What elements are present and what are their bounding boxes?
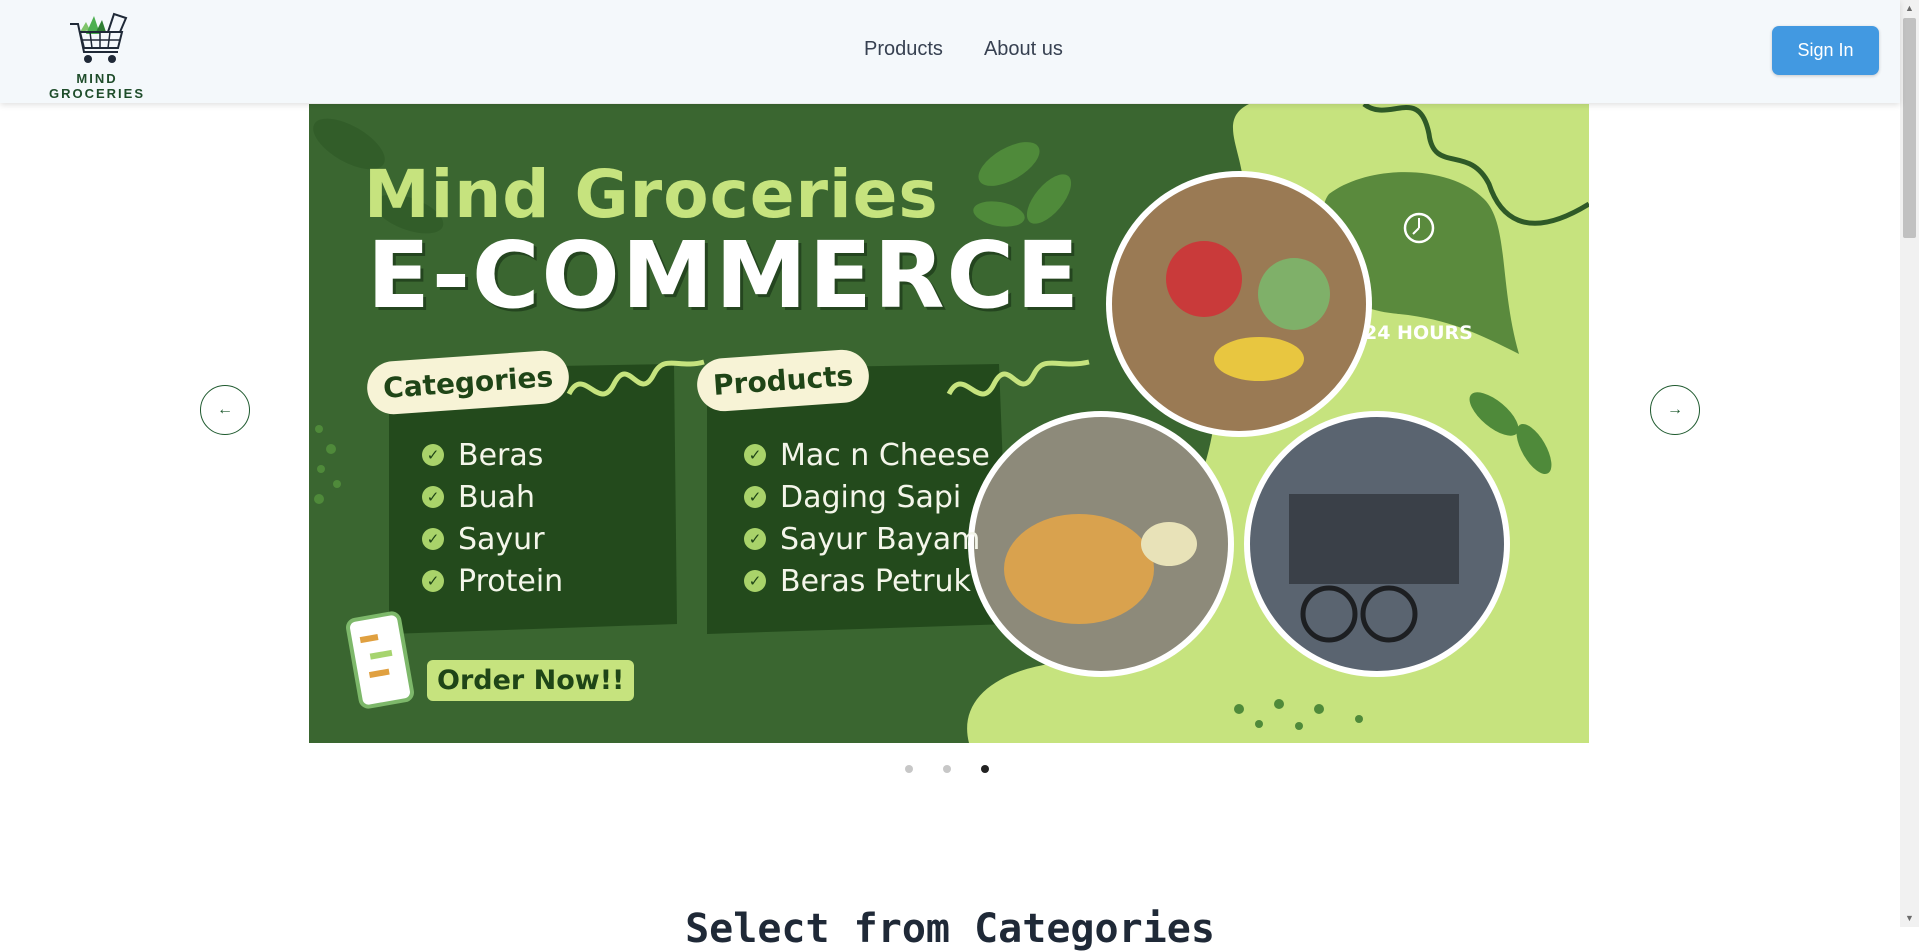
section-title: Select from Categories	[685, 906, 1215, 952]
check-icon: ✓	[744, 528, 766, 550]
brand-logo[interactable]: MIND GROCERIES	[26, 10, 168, 101]
check-icon: ✓	[422, 444, 444, 466]
carousel-indicators	[905, 765, 989, 773]
nav-item-products[interactable]: Products	[864, 38, 943, 61]
list-item: ✓ Beras	[422, 434, 563, 476]
scroll-thumb[interactable]	[1903, 18, 1916, 238]
carousel-next-button[interactable]: →	[1650, 385, 1700, 435]
brand-name: MIND GROCERIES	[48, 71, 145, 101]
site-header: MIND GROCERIES Products About us Sign In	[0, 0, 1900, 103]
hours-label: 24 HOURS	[1364, 322, 1473, 344]
check-icon: ✓	[422, 528, 444, 550]
nav-item-about-us[interactable]: About us	[984, 38, 1063, 61]
carousel-dot-1[interactable]	[905, 765, 913, 773]
arrow-right-icon: →	[1667, 401, 1683, 418]
list-item: ✓ Daging Sapi	[744, 476, 990, 518]
check-icon: ✓	[744, 570, 766, 592]
list-item: ✓ Sayur	[422, 518, 563, 560]
carousel-dot-2[interactable]	[943, 765, 951, 773]
hero-banner: Mind Groceries E-COMMERCE Categories Pro…	[309, 104, 1589, 743]
check-icon: ✓	[422, 486, 444, 508]
list-item: ✓ Protein	[422, 560, 563, 602]
carousel-prev-button[interactable]: ←	[200, 385, 250, 435]
arrow-left-icon: ←	[217, 401, 233, 418]
sign-in-button[interactable]: Sign In	[1772, 26, 1879, 75]
page-scrollbar[interactable]: ▲ ▼	[1900, 0, 1919, 927]
list-item: ✓ Buah	[422, 476, 563, 518]
check-icon: ✓	[422, 570, 444, 592]
banner-headline: E-COMMERCE	[367, 222, 1081, 329]
check-icon: ✓	[744, 486, 766, 508]
list-item: ✓ Sayur Bayam	[744, 518, 990, 560]
scroll-down-icon[interactable]: ▼	[1900, 910, 1919, 927]
list-item: ✓ Beras Petruk	[744, 560, 990, 602]
list-item: ✓ Mac n Cheese	[744, 434, 990, 476]
carousel-dot-3[interactable]	[981, 765, 989, 773]
check-icon: ✓	[744, 444, 766, 466]
main-nav: Products About us	[864, 38, 1063, 61]
categories-list: ✓ Beras ✓ Buah ✓ Sayur ✓ Protein	[422, 434, 563, 602]
shopping-cart-icon	[70, 12, 128, 63]
products-list: ✓ Mac n Cheese ✓ Daging Sapi ✓ Sayur Bayam …	[744, 434, 990, 602]
order-now-label: Order Now!!	[427, 660, 635, 701]
scroll-up-icon[interactable]: ▲	[1900, 0, 1919, 17]
